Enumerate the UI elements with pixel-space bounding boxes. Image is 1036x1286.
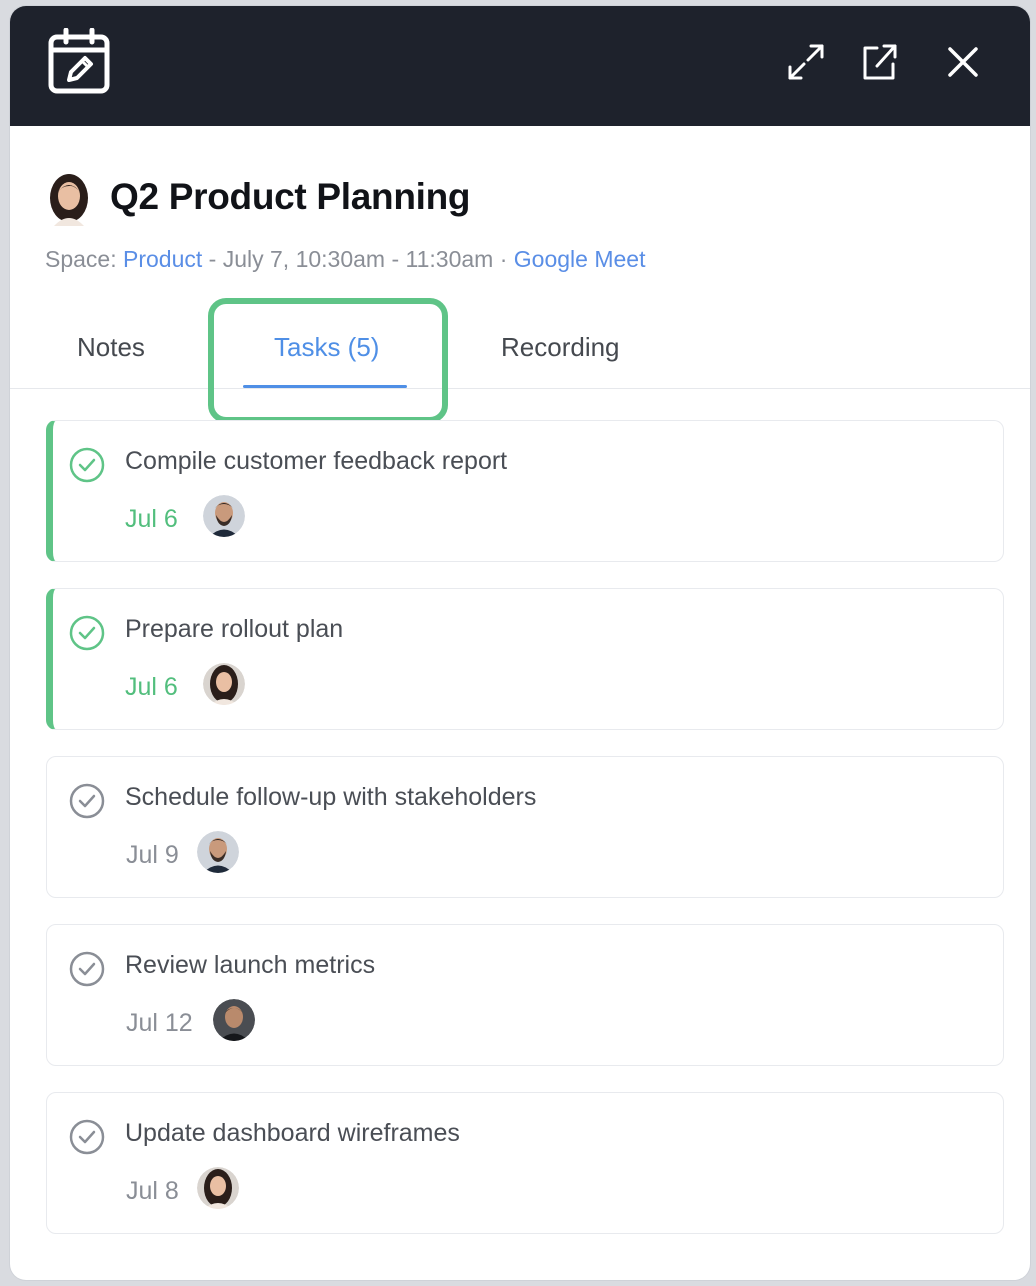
meeting-header: Q2 Product Planning — [46, 174, 1006, 234]
task-title: Compile customer feedback report — [125, 447, 508, 475]
assignee-avatar[interactable] — [197, 831, 239, 873]
task-due-date: Jul 6 — [125, 505, 178, 533]
task-item[interactable]: Update dashboard wireframes Jul 8 — [46, 1092, 1004, 1234]
titlebar — [10, 6, 1030, 126]
organizer-avatar — [46, 174, 92, 226]
tab-tasks[interactable]: Tasks (5) — [274, 332, 379, 363]
assignee-avatar[interactable] — [203, 663, 245, 705]
task-due-date: Jul 12 — [126, 1009, 193, 1037]
check-circle-icon[interactable] — [69, 1119, 105, 1155]
task-item[interactable]: Review launch metrics Jul 12 — [46, 924, 1004, 1066]
expand-button[interactable] — [784, 40, 828, 84]
tab-bar: Notes Tasks (5) Recording — [10, 306, 1030, 389]
open-external-icon — [863, 44, 897, 80]
meeting-window: Q2 Product Planning Space: Product - Jul… — [10, 6, 1030, 1280]
task-due-date: Jul 9 — [126, 841, 179, 869]
check-circle-icon[interactable] — [69, 615, 105, 651]
check-circle-icon[interactable] — [69, 447, 105, 483]
meeting-meta: Space: Product - July 7, 10:30am - 11:30… — [45, 246, 645, 273]
task-due-date: Jul 6 — [125, 673, 178, 701]
task-list: Compile customer feedback report Jul 6 P… — [46, 420, 1006, 1260]
location-link[interactable]: Google Meet — [514, 246, 646, 272]
task-title: Update dashboard wireframes — [125, 1119, 460, 1147]
check-circle-icon[interactable] — [69, 951, 105, 987]
active-tab-indicator — [243, 385, 407, 388]
tab-recording[interactable]: Recording — [501, 332, 620, 363]
expand-icon — [788, 44, 824, 80]
task-title: Review launch metrics — [125, 951, 376, 979]
check-circle-icon[interactable] — [69, 783, 105, 819]
space-link[interactable]: Product — [123, 246, 202, 272]
close-button[interactable] — [941, 40, 985, 84]
close-icon — [948, 47, 978, 77]
assignee-avatar[interactable] — [197, 1167, 239, 1209]
tab-notes[interactable]: Notes — [77, 332, 145, 363]
open-external-button[interactable] — [857, 40, 901, 84]
space-label: Space: — [45, 246, 123, 272]
assignee-avatar[interactable] — [213, 999, 255, 1041]
task-title: Prepare rollout plan — [125, 615, 344, 643]
meeting-time: - July 7, 10:30am - 11:30am · — [202, 246, 514, 272]
calendar-edit-icon — [48, 27, 110, 94]
task-due-date: Jul 8 — [126, 1177, 179, 1205]
page-title: Q2 Product Planning — [110, 176, 471, 217]
assignee-avatar[interactable] — [203, 495, 245, 537]
task-item[interactable]: Prepare rollout plan Jul 6 — [46, 588, 1004, 730]
task-item[interactable]: Compile customer feedback report Jul 6 — [46, 420, 1004, 562]
task-item[interactable]: Schedule follow-up with stakeholders Jul… — [46, 756, 1004, 898]
task-title: Schedule follow-up with stakeholders — [125, 783, 537, 811]
